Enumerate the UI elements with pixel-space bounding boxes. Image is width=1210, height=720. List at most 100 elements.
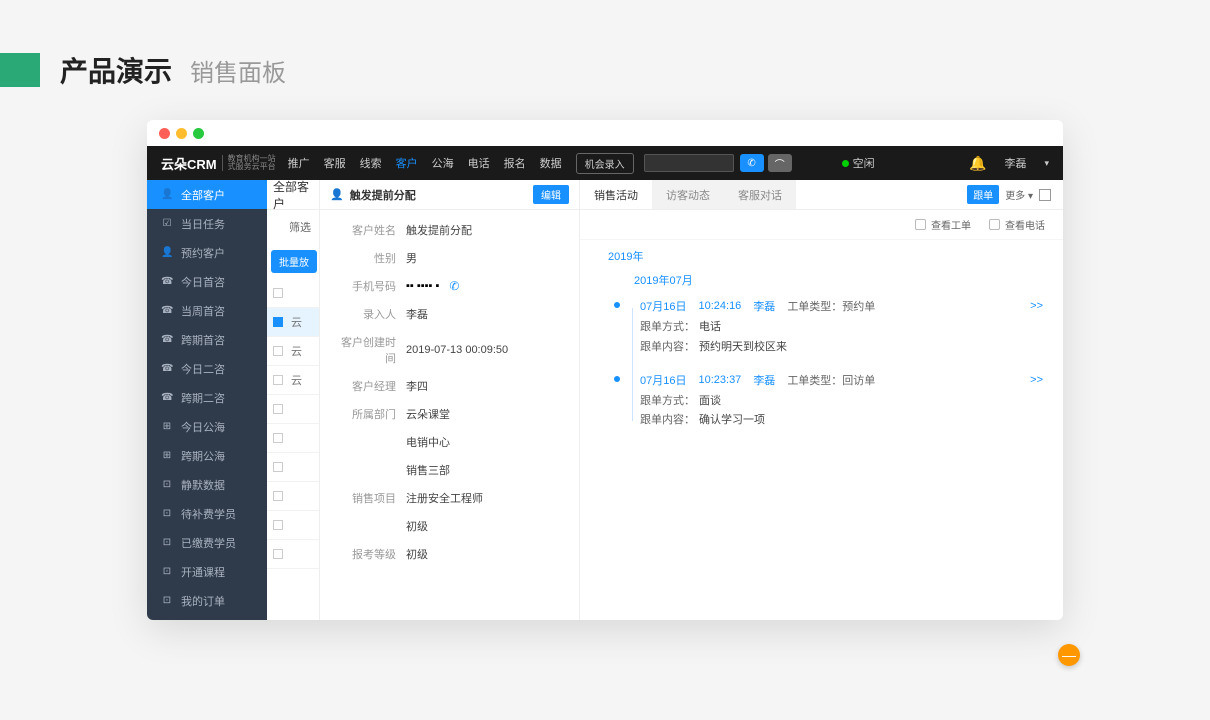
nav-item[interactable]: 客服	[324, 155, 346, 171]
sidebar-icon: ⊞	[161, 450, 173, 461]
sidebar-item[interactable]: ⊡开通课程	[147, 557, 267, 586]
detail-value: 销售三部	[406, 462, 450, 478]
sidebar-item[interactable]: ☎今日首咨	[147, 267, 267, 296]
detail-row: 录入人李磊	[334, 300, 565, 328]
search-wrap	[644, 154, 734, 172]
activity-tab[interactable]: 访客动态	[652, 180, 724, 209]
phone-value: ▪▪ ▪▪▪▪ ▪✆	[406, 279, 459, 293]
checkbox-icon[interactable]	[273, 520, 283, 530]
sidebar-item[interactable]: ⊡我的订单	[147, 586, 267, 615]
detail-label: 客户创建时间	[334, 334, 406, 366]
detail-value: 触发提前分配	[406, 222, 472, 238]
expand-button[interactable]: >>	[1030, 300, 1043, 312]
activity-tab[interactable]: 客服对话	[724, 180, 796, 209]
table-row[interactable]	[267, 395, 319, 424]
detail-label: 所属部门	[334, 406, 406, 422]
nav-item[interactable]: 公海	[432, 155, 454, 171]
nav-item[interactable]: 推广	[288, 155, 310, 171]
nav-item[interactable]: 电话	[468, 155, 490, 171]
opportunity-button[interactable]: 机会录入	[576, 153, 634, 174]
sidebar-item[interactable]: ☎跨期二咨	[147, 383, 267, 412]
table-row[interactable]	[267, 482, 319, 511]
layout-icon[interactable]	[1039, 189, 1051, 201]
activity-tools: 跟单更多 ▾	[967, 180, 1063, 209]
table-row[interactable]: 云	[267, 337, 319, 366]
checkbox-icon[interactable]	[273, 346, 283, 356]
chevron-down-icon[interactable]: ▾	[1044, 158, 1049, 169]
timeline-body: 跟单方式：面谈跟单内容：确认学习一项	[640, 392, 1043, 432]
sidebar-item[interactable]: ☎当周首咨	[147, 296, 267, 325]
fab-button[interactable]: —	[1058, 644, 1080, 666]
detail-value: 电销中心	[406, 434, 450, 450]
followup-button[interactable]: 跟单	[967, 185, 999, 204]
sidebar-item[interactable]: 👤预约客户	[147, 238, 267, 267]
sidebar-item[interactable]: ⊡静默数据	[147, 470, 267, 499]
page-subtitle: 销售面板	[190, 53, 286, 88]
call-icon[interactable]: ✆	[740, 154, 764, 172]
table-row[interactable]	[267, 511, 319, 540]
table-row[interactable]	[267, 279, 319, 308]
table-row[interactable]: 云	[267, 366, 319, 395]
nav-item[interactable]: 报名	[504, 155, 526, 171]
timeline-time: 10:23:37	[698, 374, 741, 386]
call-buttons: ✆ ⌒	[740, 154, 792, 172]
list-header: 全部客户	[267, 180, 319, 210]
checkbox-icon[interactable]	[273, 375, 283, 385]
timeline-type: 工单类型：回访单	[787, 372, 875, 388]
sidebar-item[interactable]: ⊞跨期公海	[147, 441, 267, 470]
bulk-release-button[interactable]: 批量放	[271, 250, 317, 273]
sidebar-item[interactable]: ☎跨期首咨	[147, 325, 267, 354]
more-button[interactable]: 更多 ▾	[1005, 187, 1033, 202]
sidebar-item-label: 今日首咨	[181, 274, 225, 290]
filter-view-call[interactable]: 查看电话	[989, 217, 1045, 232]
sidebar-item[interactable]: ☎今日二咨	[147, 354, 267, 383]
hangup-icon[interactable]: ⌒	[768, 154, 792, 172]
sidebar-item-label: 全部客户	[181, 187, 225, 203]
year-label: 2019年	[600, 248, 1043, 264]
detail-value: 注册安全工程师	[406, 490, 483, 506]
sidebar-item-label: 开通课程	[181, 564, 225, 580]
status[interactable]: 空闲	[842, 155, 875, 171]
bell-icon[interactable]: 🔔	[969, 155, 986, 172]
nav-item[interactable]: 线索	[360, 155, 382, 171]
checkbox-icon[interactable]	[273, 433, 283, 443]
checkbox-icon[interactable]	[273, 404, 283, 414]
checkbox-icon[interactable]	[273, 288, 283, 298]
checkbox-icon[interactable]	[273, 549, 283, 559]
sidebar-item-label: 已缴费学员	[181, 535, 236, 551]
activity-tab[interactable]: 销售活动	[580, 180, 652, 209]
sidebar-item[interactable]: ⊡ 已缴费学员	[147, 528, 267, 557]
checkbox-icon[interactable]	[273, 317, 283, 327]
filter-row[interactable]: 筛选	[267, 210, 319, 244]
nav-item[interactable]: 客户	[396, 155, 418, 171]
sidebar-item[interactable]: ⊞今日公海	[147, 412, 267, 441]
phone-icon[interactable]: ✆	[449, 279, 459, 293]
sidebar-item[interactable]: ☑当日任务	[147, 209, 267, 238]
close-icon[interactable]	[159, 128, 170, 139]
sidebar-icon: ⊡	[161, 479, 173, 490]
maximize-icon[interactable]	[193, 128, 204, 139]
checkbox-icon[interactable]	[273, 491, 283, 501]
table-rows: 云云云	[267, 279, 319, 569]
detail-row: 销售三部	[334, 456, 565, 484]
minimize-icon[interactable]	[176, 128, 187, 139]
table-row[interactable]	[267, 424, 319, 453]
sidebar-item[interactable]: ⊡待补费学员	[147, 499, 267, 528]
sidebar-icon: ⊞	[161, 421, 173, 432]
edit-button[interactable]: 编辑	[533, 185, 569, 204]
checkbox-icon[interactable]	[273, 462, 283, 472]
filter-view-ticket[interactable]: 查看工单	[915, 217, 971, 232]
sidebar-icon: ⊡	[161, 537, 173, 548]
detail-value: 李磊	[406, 306, 428, 322]
user-name[interactable]: 李磊	[1004, 155, 1026, 171]
table-row[interactable]	[267, 540, 319, 569]
nav-item[interactable]: 数据	[540, 155, 562, 171]
sidebar-item[interactable]: 👤全部客户	[147, 180, 267, 209]
detail-label: 报考等级	[334, 546, 406, 562]
search-input[interactable]	[644, 154, 734, 172]
table-row[interactable]	[267, 453, 319, 482]
expand-button[interactable]: >>	[1030, 374, 1043, 386]
detail-row: 客户姓名触发提前分配	[334, 216, 565, 244]
sidebar-icon: ☎	[161, 392, 173, 403]
table-row[interactable]: 云	[267, 308, 319, 337]
